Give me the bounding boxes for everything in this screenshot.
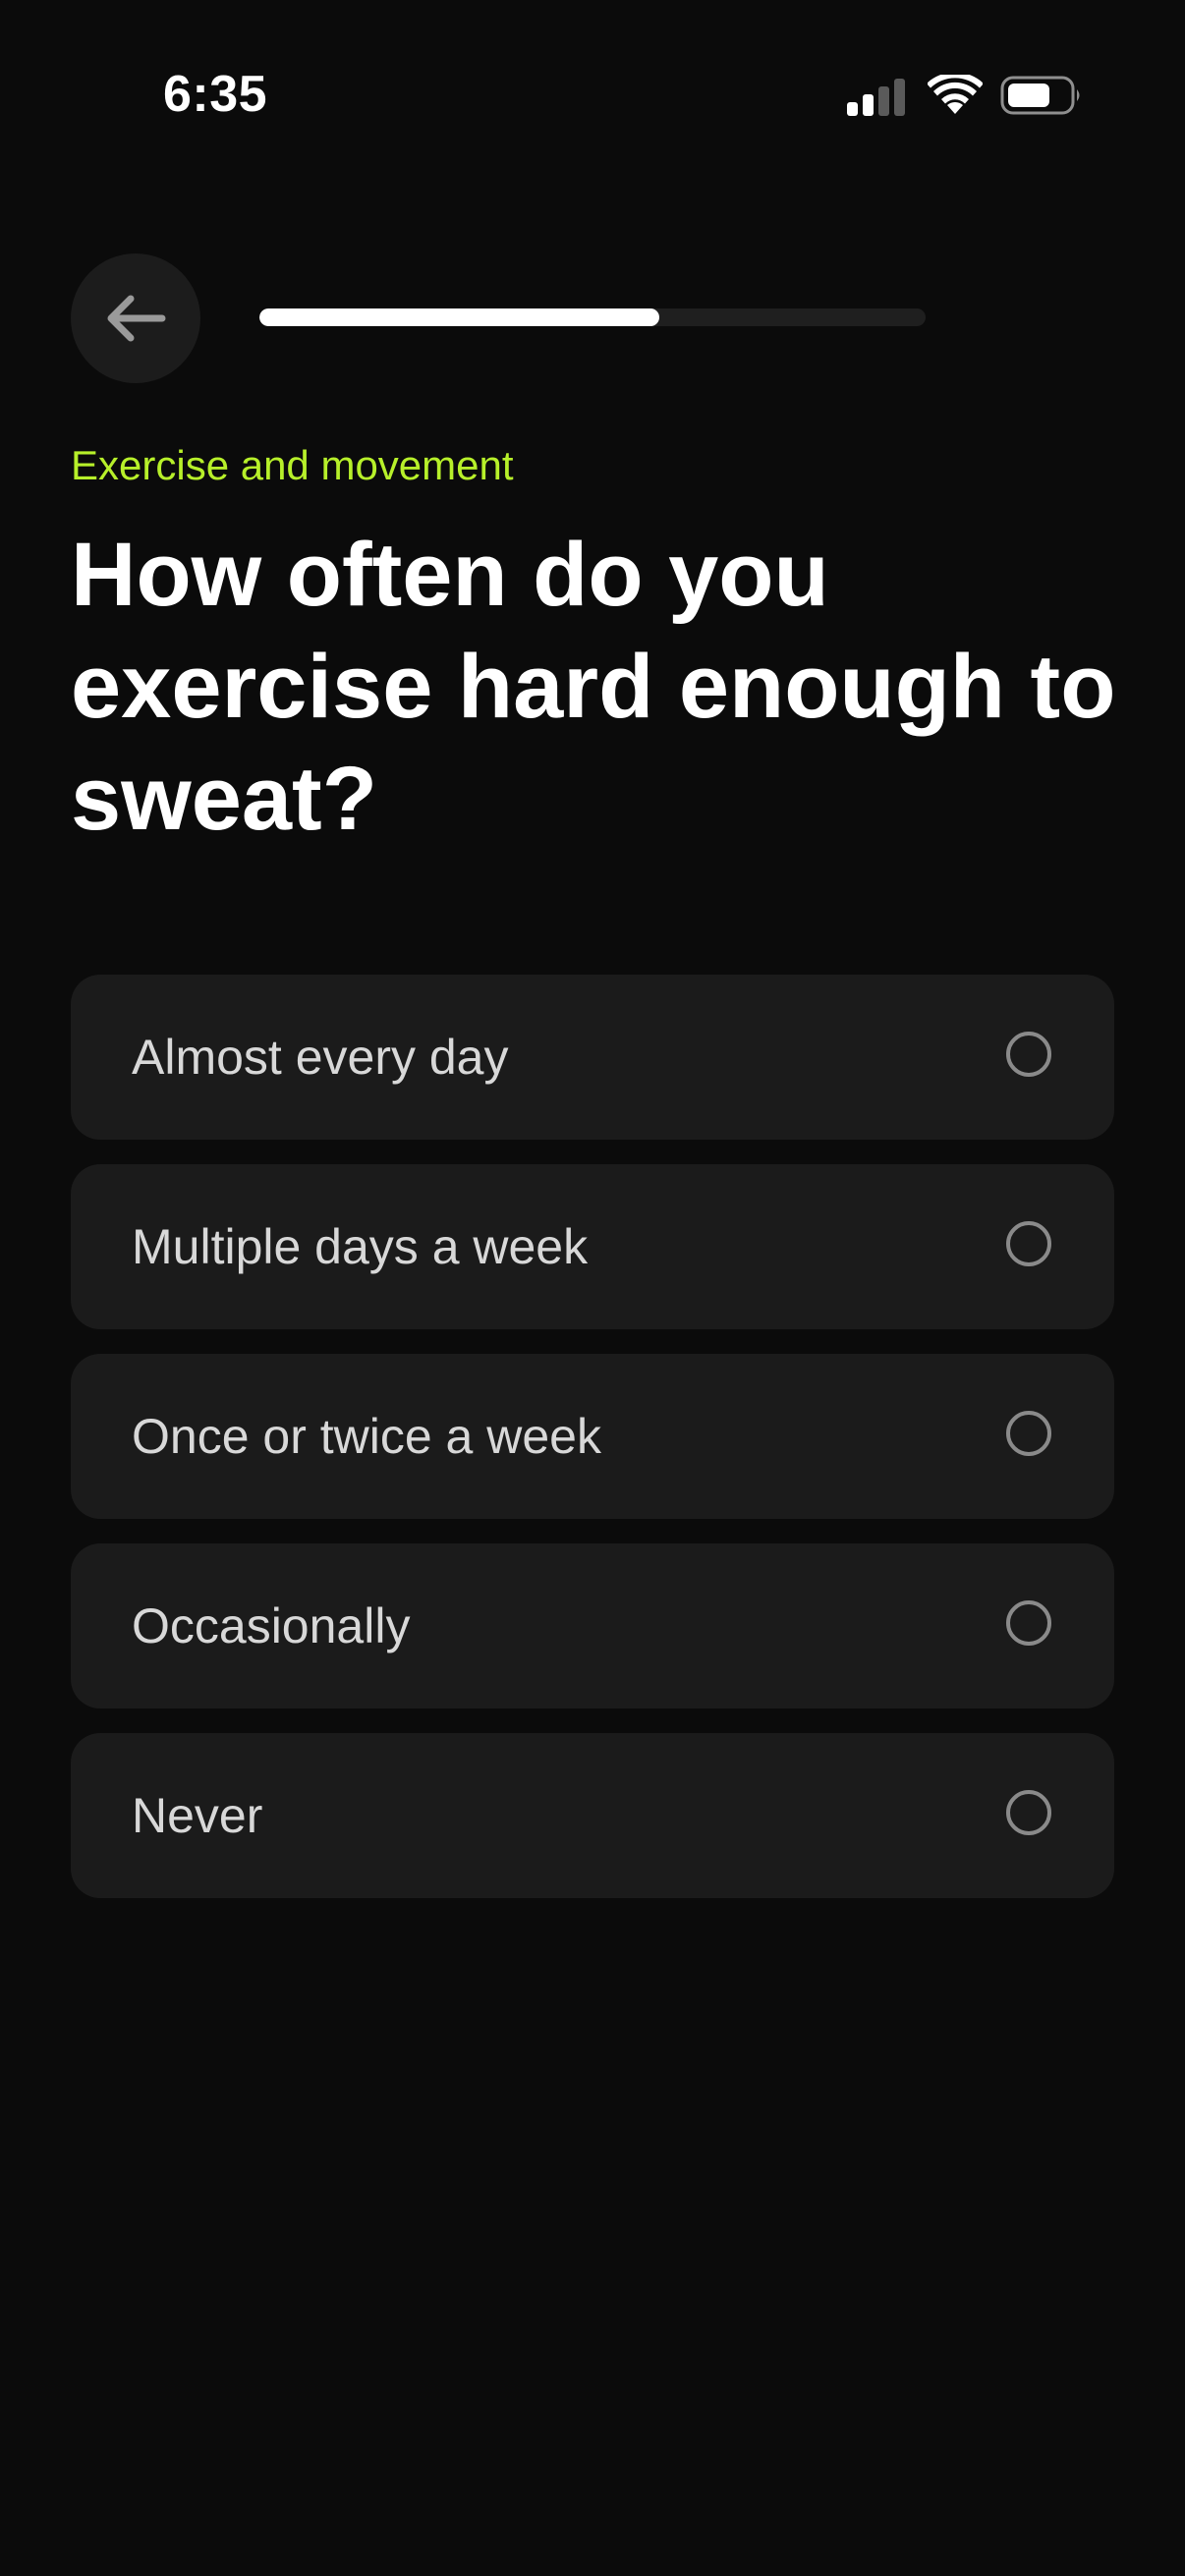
wifi-icon [928, 75, 983, 114]
option-once-or-twice-a-week[interactable]: Once or twice a week [71, 1354, 1114, 1519]
option-label: Almost every day [132, 1030, 509, 1085]
options-list: Almost every day Multiple days a week On… [71, 975, 1114, 1923]
radio-button[interactable] [1006, 1790, 1051, 1835]
battery-icon [1000, 76, 1080, 115]
option-occasionally[interactable]: Occasionally [71, 1543, 1114, 1708]
radio-button[interactable] [1006, 1221, 1051, 1266]
option-multiple-days-a-week[interactable]: Multiple days a week [71, 1164, 1114, 1329]
progress-bar-fill [259, 308, 659, 326]
radio-button[interactable] [1006, 1600, 1051, 1646]
question-title: How often do you exercise hard enough to… [71, 525, 1116, 849]
status-bar: 6:35 [0, 0, 1185, 196]
arrow-left-icon [107, 295, 166, 342]
option-almost-every-day[interactable]: Almost every day [71, 975, 1114, 1140]
question-category: Exercise and movement [71, 442, 514, 488]
option-label: Occasionally [132, 1598, 411, 1653]
option-label: Never [132, 1788, 263, 1843]
option-label: Once or twice a week [132, 1409, 601, 1464]
radio-button[interactable] [1006, 1411, 1051, 1456]
option-never[interactable]: Never [71, 1733, 1114, 1898]
cellular-signal-icon [847, 79, 905, 116]
back-button[interactable] [71, 253, 200, 383]
option-label: Multiple days a week [132, 1219, 589, 1274]
radio-button[interactable] [1006, 1032, 1051, 1077]
progress-bar [259, 308, 926, 326]
status-time: 6:35 [163, 66, 268, 123]
status-icons [847, 73, 1083, 122]
